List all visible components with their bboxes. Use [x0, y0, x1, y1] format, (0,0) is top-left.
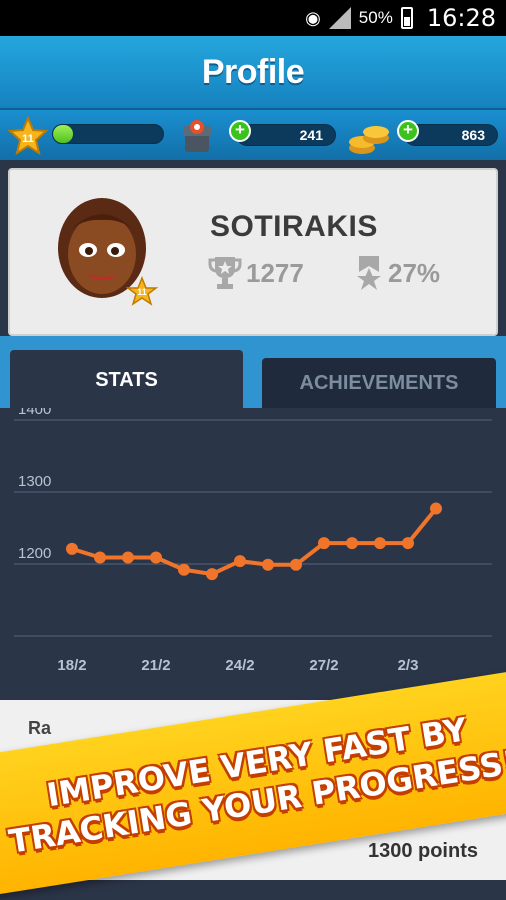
rating-point[interactable]	[150, 551, 162, 564]
rating-point[interactable]	[122, 551, 134, 564]
achievement-stat: 27%	[354, 254, 440, 292]
rating-line-chart: 1400 1300 1200 18/2 21/2 24/2 27/2 2/3	[14, 408, 492, 674]
rating-point[interactable]	[94, 551, 106, 564]
y-tick-label: 1300	[18, 473, 51, 490]
achievement-ribbon-icon	[357, 256, 381, 290]
rating-point[interactable]	[206, 568, 218, 581]
page-title: Profile	[201, 52, 305, 91]
chest-count-pill: 241	[236, 124, 336, 146]
chest-count: 241	[299, 127, 323, 143]
wifi-icon: ◉	[305, 7, 321, 28]
x-tick-label: 21/2	[141, 657, 170, 674]
tab-stats[interactable]: STATS	[10, 350, 243, 410]
battery-icon	[400, 7, 413, 29]
xp-progress-fill	[53, 125, 73, 143]
battery-percent: 50%	[358, 8, 393, 27]
clock: 16:28	[426, 4, 496, 32]
stats-row-label: Ra	[28, 718, 52, 738]
username: SOTIRAKIS	[210, 210, 378, 243]
tab-achievements[interactable]: ACHIEVEMENTS	[262, 358, 496, 408]
trophy-stat: 1277	[208, 254, 304, 292]
profile-card: 11 SOTIRAKIS 1277 27%	[8, 168, 498, 336]
coins-icon	[349, 126, 389, 154]
coin-count: 863	[461, 127, 485, 143]
add-coins-button[interactable]: +	[397, 120, 419, 142]
x-tick-label: 27/2	[309, 657, 338, 674]
trophy-icon	[208, 257, 242, 289]
app-header: Profile	[0, 36, 506, 108]
x-tick-label: 24/2	[225, 657, 254, 674]
chest-icon	[183, 120, 211, 152]
y-tick-label: 1200	[18, 545, 51, 562]
screen: ◉ 50% 16:28 Profile 11 241 + 863 + 11 SO…	[0, 0, 506, 900]
trophy-count: 1277	[246, 257, 304, 288]
add-chests-button[interactable]: +	[229, 120, 251, 142]
achievement-percent: 27%	[388, 257, 441, 288]
rating-point[interactable]	[178, 563, 190, 576]
avatar-level: 11	[137, 287, 147, 297]
resource-bar: 11 241 + 863 +	[0, 108, 506, 160]
rating-point[interactable]	[374, 537, 386, 550]
level-number: 11	[22, 133, 34, 145]
signal-icon	[328, 7, 351, 29]
rating-point[interactable]	[430, 502, 442, 515]
x-tick-label: 18/2	[57, 657, 86, 674]
panel-divider	[0, 880, 506, 900]
status-bar: ◉ 50% 16:28	[0, 0, 506, 36]
rating-point[interactable]	[318, 537, 330, 550]
rating-point[interactable]	[346, 537, 358, 550]
tab-bar: STATS ACHIEVEMENTS	[0, 336, 506, 410]
rating-point[interactable]	[402, 537, 414, 550]
rating-point[interactable]	[66, 542, 78, 555]
xp-progress-bar	[52, 124, 164, 144]
points-value: 1300 points	[367, 840, 478, 862]
rating-chart: 1400 1300 1200 18/2 21/2 24/2 27/2 2/3	[0, 408, 506, 700]
rating-point[interactable]	[234, 555, 246, 568]
avatar[interactable]: 11	[46, 190, 166, 310]
rating-point[interactable]	[290, 558, 302, 571]
y-tick-label: 1400	[18, 408, 51, 418]
x-tick-label: 2/3	[398, 657, 419, 674]
rating-point[interactable]	[262, 558, 274, 571]
level-star-icon[interactable]: 11	[8, 116, 48, 156]
